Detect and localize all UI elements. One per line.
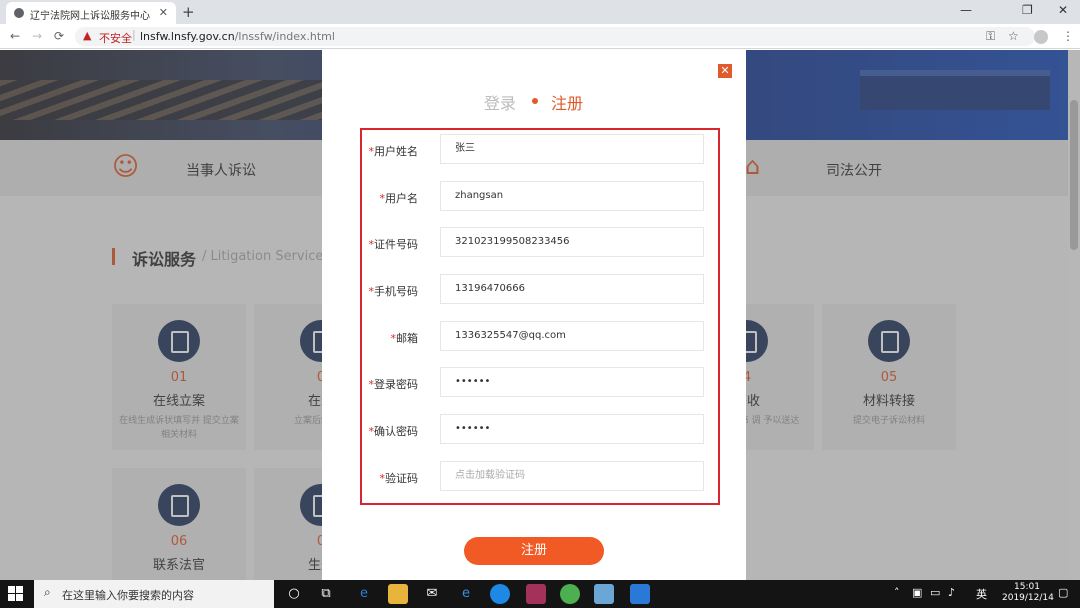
close-window-button[interactable]: ✕	[1058, 3, 1068, 17]
form-row-email: *邮箱 1336325547@qq.com	[362, 319, 718, 353]
warning-icon: ▲	[83, 29, 92, 42]
clock[interactable]: 15:01 2019/12/14	[1002, 582, 1054, 604]
forward-icon[interactable]: →	[32, 29, 42, 43]
browser-tab[interactable]: 辽宁法院网上诉讼服务中心 ✕	[6, 2, 176, 24]
tab-separator-dot	[532, 98, 538, 104]
app-icon[interactable]	[490, 584, 510, 604]
username-input[interactable]: zhangsan	[440, 181, 704, 211]
ie-icon[interactable]: e	[456, 584, 476, 604]
form-row-confirm-password: *确认密码 ••••••	[362, 412, 718, 446]
confirm-password-input[interactable]: ••••••	[440, 414, 704, 444]
mail-icon[interactable]: ✉	[422, 584, 442, 604]
field-label: *验证码	[362, 470, 419, 486]
clock-date: 2019/12/14	[1002, 593, 1054, 603]
register-modal: ✕ 登录 注册 *用户姓名 张三 *用户名 zhangsan *证件号码 321…	[322, 50, 746, 580]
new-tab-button[interactable]: +	[182, 3, 195, 21]
form-row-password: *登录密码 ••••••	[362, 365, 718, 399]
field-label-text: 验证码	[385, 472, 418, 485]
url-divider: |	[132, 28, 136, 41]
app-icon-3[interactable]	[594, 584, 614, 604]
captcha-input[interactable]: 点击加载验证码	[440, 461, 704, 491]
url-path: /lnssfw/index.html	[234, 30, 335, 43]
form-row-username: *用户名 zhangsan	[362, 179, 718, 213]
field-label: *邮箱	[362, 330, 419, 346]
menu-icon[interactable]: ⋮	[1062, 29, 1074, 43]
field-label: *用户姓名	[362, 143, 419, 159]
app-icon-4[interactable]	[630, 584, 650, 604]
minimize-button[interactable]: —	[960, 3, 972, 17]
field-label-text: 登录密码	[374, 378, 418, 391]
volume-icon[interactable]: ♪	[948, 586, 955, 599]
field-label: *手机号码	[362, 283, 419, 299]
system-tray: ˄ ▣ ▭ ♪ 英 15:01 2019/12/14 ▢	[890, 580, 1080, 608]
close-tab-icon[interactable]: ✕	[159, 6, 168, 19]
chrome-icon[interactable]	[560, 584, 580, 604]
page-background: ☺ 当事人诉讼 ⌂ 司法公开 诉讼服务 / Litigation Service…	[0, 50, 1080, 580]
tab-register[interactable]: 注册	[551, 90, 583, 114]
edge-icon[interactable]: e	[354, 584, 374, 604]
browser-tab-strip: 辽宁法院网上诉讼服务中心 ✕ + — ❐ ✕	[0, 0, 1080, 24]
key-icon[interactable]: ⚿	[986, 29, 995, 44]
back-icon[interactable]: ←	[10, 29, 20, 43]
field-label-text: 确认密码	[374, 425, 418, 438]
taskbar: ⌕ 在这里输入你要搜索的内容 ○ ⧉ e ✉ e ˄ ▣ ▭ ♪ 英 15:01…	[0, 580, 1080, 608]
form-row-id-number: *证件号码 321023199508233456	[362, 225, 718, 259]
address-toolbar: ← → ⟳ ▲ 不安全 | lnsfw.lnsfy.gov.cn/lnssfw/…	[0, 24, 1080, 49]
register-form: *用户姓名 张三 *用户名 zhangsan *证件号码 32102319950…	[360, 128, 720, 505]
windows-start-icon[interactable]	[8, 586, 24, 602]
email-input[interactable]: 1336325547@qq.com	[440, 321, 704, 351]
ime-indicator[interactable]: 英	[976, 586, 987, 602]
url-host: lnsfw.lnsfy.gov.cn	[140, 30, 235, 43]
battery-icon[interactable]: ▭	[930, 586, 940, 599]
field-label-text: 用户姓名	[374, 145, 418, 158]
close-modal-button[interactable]: ✕	[718, 64, 732, 78]
url-text: lnsfw.lnsfy.gov.cn/lnssfw/index.html	[140, 30, 335, 43]
form-row-name: *用户姓名 张三	[362, 132, 718, 166]
star-icon[interactable]: ☆	[1008, 29, 1019, 43]
taskbar-search-placeholder: 在这里输入你要搜索的内容	[62, 589, 194, 602]
tab-login[interactable]: 登录	[484, 90, 516, 114]
app-icon-2[interactable]	[526, 584, 546, 604]
modal-tabs: 登录 注册	[322, 90, 746, 114]
field-label-text: 手机号码	[374, 285, 418, 298]
network-icon[interactable]: ▣	[912, 586, 922, 599]
clock-time: 15:01	[1014, 582, 1040, 592]
field-label: *确认密码	[362, 423, 419, 439]
field-label: *登录密码	[362, 376, 419, 392]
security-label: 不安全	[99, 32, 132, 45]
form-row-captcha: *验证码 点击加载验证码	[362, 459, 718, 493]
tab-title: 辽宁法院网上诉讼服务中心	[30, 11, 150, 22]
globe-icon	[14, 8, 24, 18]
field-label: *用户名	[362, 190, 419, 206]
taskbar-search[interactable]: ⌕ 在这里输入你要搜索的内容	[34, 580, 274, 608]
register-button[interactable]: 注册	[464, 537, 604, 565]
chevron-up-icon[interactable]: ˄	[894, 586, 900, 599]
id-number-input[interactable]: 321023199508233456	[440, 227, 704, 257]
maximize-button[interactable]: ❐	[1022, 3, 1033, 17]
field-label-text: 邮箱	[396, 332, 418, 345]
profile-avatar[interactable]	[1034, 30, 1048, 44]
phone-input[interactable]: 13196470666	[440, 274, 704, 304]
search-icon: ⌕	[44, 585, 51, 599]
field-label-text: 用户名	[385, 192, 418, 205]
password-input[interactable]: ••••••	[440, 367, 704, 397]
form-row-phone: *手机号码 13196470666	[362, 272, 718, 306]
cortana-icon[interactable]: ○	[284, 584, 304, 604]
notification-icon[interactable]: ▢	[1058, 586, 1068, 599]
task-view-icon[interactable]: ⧉	[316, 584, 336, 604]
file-explorer-icon[interactable]	[388, 584, 408, 604]
url-bar[interactable]: ▲ 不安全 | lnsfw.lnsfy.gov.cn/lnssfw/index.…	[75, 27, 1035, 46]
field-label: *证件号码	[362, 236, 419, 252]
reload-icon[interactable]: ⟳	[54, 29, 64, 43]
field-label-text: 证件号码	[374, 238, 418, 251]
full-name-input[interactable]: 张三	[440, 134, 704, 164]
